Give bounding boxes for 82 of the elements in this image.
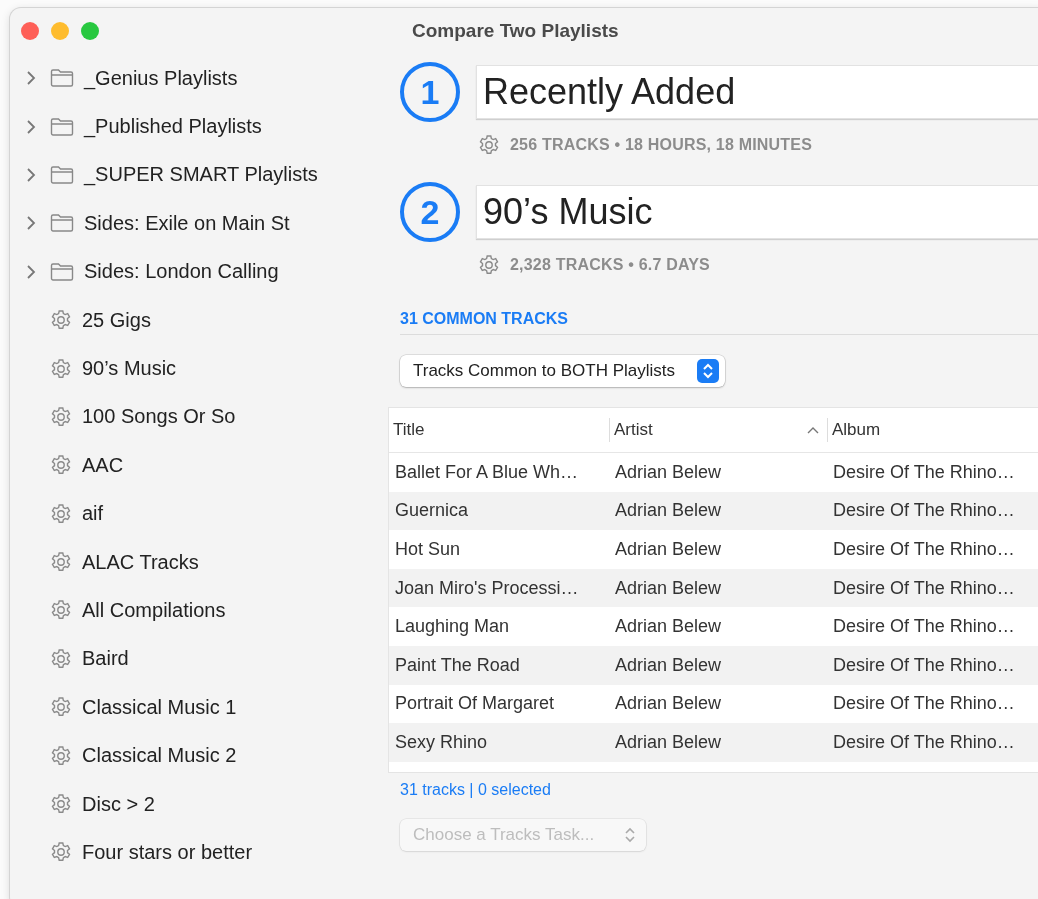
table-cell-text: Adrian Belew xyxy=(614,654,723,676)
number-badge: 2 xyxy=(400,182,460,242)
sidebar-item[interactable]: 25 Gigs xyxy=(82,308,151,332)
gear-icon xyxy=(50,793,72,816)
updown-arrows-icon xyxy=(697,359,719,383)
gear-icon xyxy=(50,744,72,767)
folder-icon xyxy=(50,164,74,185)
sidebar-item[interactable]: ALAC Tracks xyxy=(82,550,199,574)
table-cell-text: Hot Sun xyxy=(394,539,462,560)
chevron-right-icon[interactable] xyxy=(24,215,38,232)
chevron-right-icon[interactable] xyxy=(24,166,38,183)
sidebar-item[interactable]: Sides: London Calling xyxy=(84,260,279,284)
gear-icon xyxy=(50,357,72,380)
sidebar-item[interactable]: Classical Music 1 xyxy=(82,695,237,719)
table-cell-text: Desire Of The Rhino… xyxy=(832,461,1016,483)
table-cell-text: Adrian Belew xyxy=(614,731,723,753)
status-text: 31 tracks | 0 selected xyxy=(400,780,552,799)
gear-icon xyxy=(478,134,500,156)
sidebar-item[interactable]: All Compilations xyxy=(82,599,226,622)
table-cell-text: Desire Of The Rhino… xyxy=(832,616,1016,638)
table-cell-text: Desire Of The Rhino… xyxy=(832,577,1016,599)
sidebar-item[interactable]: _SUPER SMART Playlists xyxy=(84,163,318,187)
table-cell-text: Sexy Rhino xyxy=(394,731,489,753)
folder-icon xyxy=(50,261,74,282)
sidebar-item[interactable]: AAC xyxy=(82,453,124,477)
chevron-right-icon[interactable] xyxy=(24,263,38,280)
sidebar-item[interactable]: Four stars or better xyxy=(82,840,253,864)
gear-icon xyxy=(50,405,72,428)
playlist-field[interactable]: Recently Added xyxy=(476,65,1038,119)
table-cell-text: Desire Of The Rhino… xyxy=(832,500,1016,522)
table-cell-text: Adrian Belew xyxy=(614,461,723,483)
folder-icon xyxy=(50,213,74,234)
table-cell-text: Desire Of The Rhino… xyxy=(832,693,1016,715)
table-cell-text: Desire Of The Rhino… xyxy=(832,654,1016,676)
table-cell-text: Paint The Road xyxy=(394,654,521,676)
gear-icon xyxy=(50,309,72,332)
gear-icon xyxy=(50,841,72,864)
table-cell-text: Adrian Belew xyxy=(614,693,723,715)
table-cell-text: Guernica xyxy=(394,500,470,522)
table-cell-text: Joan Miro's Processi… xyxy=(394,577,580,599)
playlist-stats: 2,328 TRACKS • 6.7 DAYS xyxy=(510,256,710,274)
window-title: Compare Two Playlists xyxy=(411,19,620,43)
popup-button[interactable]: Tracks Common to BOTH Playlists xyxy=(400,355,725,387)
chevron-right-icon[interactable] xyxy=(24,118,38,135)
folder-icon xyxy=(50,68,74,89)
updown-arrows-icon xyxy=(624,825,637,844)
section-heading: 31 COMMON TRACKS xyxy=(400,310,1038,335)
number-badge: 1 xyxy=(400,62,460,122)
close-button[interactable] xyxy=(21,22,39,40)
sidebar-item[interactable]: Sides: Exile on Main St xyxy=(84,211,290,235)
gear-icon xyxy=(50,599,72,622)
table-cell-text: Adrian Belew xyxy=(614,577,723,599)
sidebar-item[interactable]: _Published Playlists xyxy=(84,115,262,139)
sidebar-item[interactable]: aif xyxy=(82,502,104,526)
sort-up-icon xyxy=(807,426,819,434)
table-cell-text: Adrian Belew xyxy=(614,616,723,638)
table-cell-text: Adrian Belew xyxy=(614,500,723,522)
table-cell-text: Ballet For A Blue Wh… xyxy=(394,461,580,483)
sidebar-item[interactable]: Baird xyxy=(82,647,129,671)
folder-icon xyxy=(50,116,74,137)
sidebar-item[interactable]: 90’s Music xyxy=(82,357,177,381)
gear-icon xyxy=(50,454,72,477)
column-header[interactable]: Title xyxy=(393,420,425,440)
table-cell-text: Adrian Belew xyxy=(614,539,723,560)
table-cell-text: Desire Of The Rhino… xyxy=(832,539,1016,560)
table-cell-text: Portrait Of Margaret xyxy=(394,693,556,715)
column-header[interactable]: Artist xyxy=(614,420,653,440)
sidebar-item[interactable]: Disc > 2 xyxy=(82,792,155,816)
sidebar-item[interactable]: 100 Songs Or So xyxy=(82,405,236,429)
playlist-stats: 256 TRACKS • 18 HOURS, 18 MINUTES xyxy=(510,136,813,154)
sidebar-item[interactable]: Classical Music 2 xyxy=(82,744,237,768)
column-header[interactable]: Album xyxy=(832,420,881,440)
gear-icon xyxy=(50,551,72,574)
table-cell-text: Desire Of The Rhino… xyxy=(832,731,1016,753)
gear-icon xyxy=(50,696,72,719)
gear-icon xyxy=(50,502,72,525)
gear-icon xyxy=(50,647,72,670)
sidebar-item[interactable]: _Genius Playlists xyxy=(84,66,238,90)
playlist-field[interactable]: 90’s Music xyxy=(476,185,1038,239)
gear-icon xyxy=(478,254,500,276)
table-cell-text: Laughing Man xyxy=(394,616,511,638)
chevron-right-icon[interactable] xyxy=(24,70,38,87)
